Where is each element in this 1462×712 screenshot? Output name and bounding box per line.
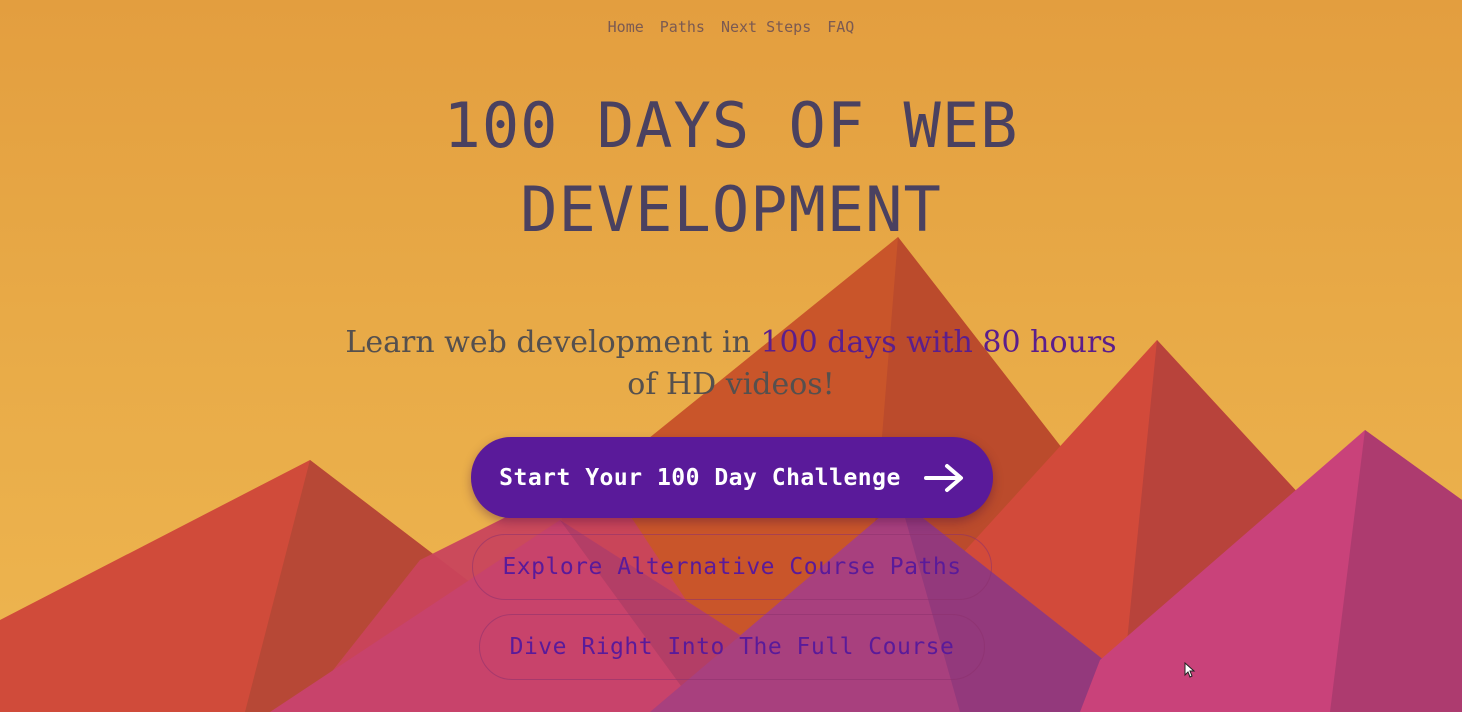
mouse-cursor-icon (1184, 662, 1196, 678)
hero-subtitle: Learn web development in 100 days with 8… (331, 322, 1131, 406)
explore-paths-label: Explore Alternative Course Paths (502, 554, 962, 580)
subtitle-text-2: with (896, 325, 983, 360)
nav-item-next-steps[interactable]: Next Steps (721, 18, 811, 36)
page-title-line1: 100 DAYS OF WEB (443, 89, 1019, 162)
explore-paths-button[interactable]: Explore Alternative Course Paths (472, 534, 992, 600)
page-title-line2: DEVELOPMENT (520, 173, 942, 246)
subtitle-highlight-days: 100 days (760, 325, 897, 360)
start-challenge-button[interactable]: Start Your 100 Day Challenge (471, 437, 993, 518)
page-title: 100 DAYS OF WEB DEVELOPMENT (331, 84, 1131, 252)
full-course-button[interactable]: Dive Right Into The Full Course (479, 614, 985, 680)
subtitle-text-1: Learn web development in (345, 325, 761, 360)
top-nav: Home Paths Next Steps FAQ (0, 18, 1462, 36)
nav-item-home[interactable]: Home (608, 18, 644, 36)
full-course-label: Dive Right Into The Full Course (509, 634, 955, 660)
start-challenge-label: Start Your 100 Day Challenge (499, 464, 901, 491)
nav-item-paths[interactable]: Paths (660, 18, 705, 36)
subtitle-highlight-hours: 80 hours (982, 325, 1117, 360)
nav-item-faq[interactable]: FAQ (827, 18, 854, 36)
arrow-right-icon (923, 463, 963, 492)
subtitle-text-3: of HD videos! (627, 367, 835, 402)
